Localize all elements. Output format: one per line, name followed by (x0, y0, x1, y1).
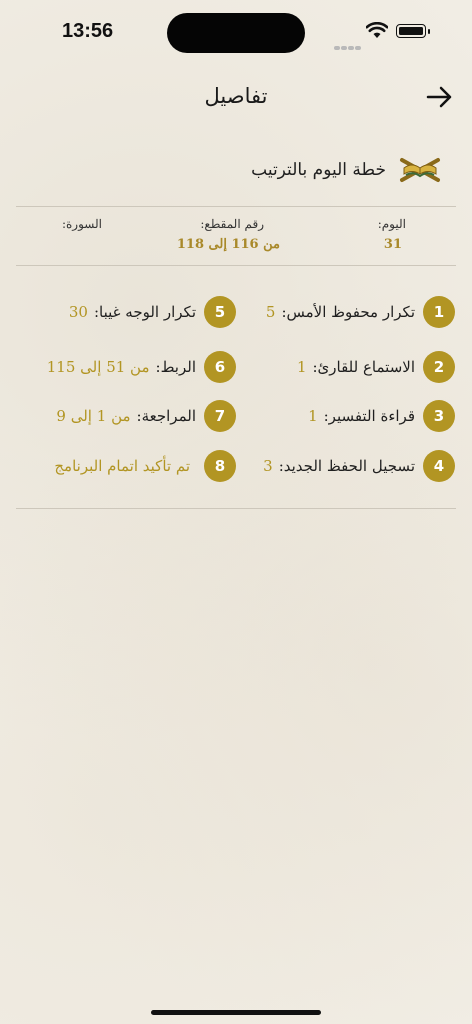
divider-middle (16, 265, 456, 266)
segment-label: رقم المقطع: (200, 217, 264, 231)
item-label: قراءة التفسير: (323, 407, 415, 425)
list-item: 1 تكرار محفوظ الأمس: 5 (266, 296, 455, 328)
status-bar: 13:56 (0, 0, 472, 64)
item-value: 1 (308, 407, 318, 425)
list-item: 3 قراءة التفسير: 1 (308, 400, 455, 432)
list-item: 7 المراجعة: من 1 إلى 9 (56, 400, 236, 432)
segment-value: من 116 إلى 118 (176, 237, 280, 252)
plan-header: خطة اليوم بالترتيب (251, 154, 442, 186)
item-number-badge: 8 (204, 450, 236, 482)
day-value: 31 (383, 237, 402, 252)
divider-bottom (16, 508, 456, 509)
cellular-signal-icon (334, 35, 362, 54)
item-value: 1 (296, 358, 307, 376)
item-label: تكرار محفوظ الأمس: (281, 303, 415, 321)
item-value: من 1 إلى 9 (56, 407, 131, 425)
list-item: 6 الربط: من 51 إلى 115 (47, 351, 236, 383)
home-indicator[interactable] (151, 1010, 321, 1015)
status-time: 13:56 (62, 20, 114, 42)
item-label: تسجيل الحفظ الجديد: (278, 457, 415, 475)
divider-top (16, 206, 456, 207)
item-value: من 51 إلى 115 (46, 358, 150, 376)
item-value: تم تأكيد اتمام البرنامج (54, 457, 190, 475)
item-number-badge: 6 (204, 351, 236, 383)
plan-title: خطة اليوم بالترتيب (251, 160, 386, 180)
back-arrow-icon[interactable] (424, 82, 454, 112)
wifi-icon (366, 22, 388, 38)
list-item: 8 تم تأكيد اتمام البرنامج (54, 450, 236, 482)
item-value: 30 (68, 303, 88, 321)
day-label: اليوم: (377, 217, 406, 231)
list-item: 4 تسجيل الحفظ الجديد: 3 (263, 450, 455, 482)
dynamic-island (167, 13, 305, 53)
item-label: الاستماع للقارئ: (312, 358, 415, 376)
quran-book-icon (400, 158, 440, 182)
list-item: 2 الاستماع للقارئ: 1 (297, 351, 455, 383)
item-number-badge: 5 (204, 296, 236, 328)
battery-icon (396, 24, 430, 38)
item-number-badge: 1 (423, 296, 455, 328)
item-value: 3 (263, 457, 273, 475)
item-value: 5 (265, 303, 276, 321)
item-label: تكرار الوجه غيبا: (93, 303, 196, 321)
page-title: تفاصيل (204, 84, 268, 108)
item-label: الربط: (155, 358, 196, 376)
surah-label: السورة: (61, 217, 102, 231)
item-number-badge: 2 (423, 351, 455, 383)
item-number-badge: 4 (423, 450, 455, 482)
item-label: المراجعة: (136, 407, 196, 425)
item-number-badge: 3 (423, 400, 455, 432)
item-number-badge: 7 (204, 400, 236, 432)
list-item: 5 تكرار الوجه غيبا: 30 (69, 296, 236, 328)
